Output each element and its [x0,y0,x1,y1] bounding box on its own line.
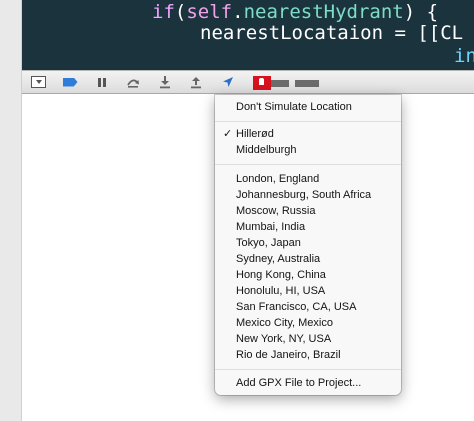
menu-item-tokyo[interactable]: Tokyo, Japan [215,235,401,251]
property-nearest-hydrant: nearestHydrant [243,1,404,23]
menu-item-honolulu[interactable]: Honolulu, HI, USA [215,283,401,299]
menu-item-rio-de-janeiro[interactable]: Rio de Janeiro, Brazil [215,347,401,363]
menu-item-label: New York, NY, USA [236,333,332,345]
app-target-icon[interactable] [253,76,271,90]
hide-console-button[interactable] [30,75,46,89]
pause-button[interactable] [94,75,110,89]
menu-item-label: Hillerød [236,128,274,140]
thread-indicator [295,80,319,87]
menu-item-dont-simulate[interactable]: Don't Simulate Location [215,99,401,115]
step-out-button[interactable] [188,75,204,89]
menu-item-add-gpx[interactable]: Add GPX File to Project... [215,375,401,391]
menu-item-johannesburg[interactable]: Johannesburg, South Africa [215,187,401,203]
menu-item-label: Tokyo, Japan [236,237,301,249]
step-over-button[interactable] [125,75,141,89]
menu-item-label: Honolulu, HI, USA [236,285,326,297]
menu-item-san-francisco[interactable]: San Francisco, CA, USA [215,299,401,315]
menu-item-label: Mexico City, Mexico [236,317,333,329]
menu-item-label: London, England [236,173,320,185]
paren-close-brace: ) { [403,1,439,23]
menu-item-label: Johannesburg, South Africa [236,189,372,201]
code-line-2: nearestLocataion = [[CL [200,22,463,44]
step-out-icon [191,76,201,88]
keyword-self: self [186,1,233,23]
menu-item-label: Rio de Janeiro, Brazil [236,349,341,361]
breakpoints-toggle-icon [62,77,78,87]
menu-separator [215,369,401,370]
paren-open: ( [174,1,187,23]
editor-gutter [0,0,22,421]
menu-item-hong-kong[interactable]: Hong Kong, China [215,267,401,283]
dot-operator: . [232,1,244,23]
menu-item-label: Don't Simulate Location [236,101,352,113]
code-line-1: if(self.nearestHydrant) { [152,1,438,23]
menu-item-hillerod[interactable]: ✓ Hillerød [215,126,401,142]
hide-console-icon [30,76,46,88]
menu-separator [215,121,401,122]
simulate-location-button[interactable] [220,75,236,89]
menu-item-new-york[interactable]: New York, NY, USA [215,331,401,347]
menu-separator [215,164,401,165]
menu-item-label: Add GPX File to Project... [236,377,362,389]
menu-item-mexico-city[interactable]: Mexico City, Mexico [215,315,401,331]
code-editor[interactable]: if(self.nearestHydrant) { nearestLocatai… [22,0,474,70]
debug-bar [22,70,474,94]
menu-item-middelburgh[interactable]: Middelburgh [215,142,401,158]
process-indicator [271,80,289,87]
step-in-button[interactable] [157,75,173,89]
menu-item-label: San Francisco, CA, USA [236,301,357,313]
menu-item-label: Middelburgh [236,144,297,156]
code-line-3: in [454,45,474,67]
simulate-location-menu: Don't Simulate Location ✓ Hillerød Midde… [215,95,401,395]
step-in-icon [160,75,170,88]
step-over-icon [127,79,139,88]
keyword-if: if [152,1,175,23]
menu-item-label: Mumbai, India [236,221,306,233]
menu-item-mumbai[interactable]: Mumbai, India [215,219,401,235]
menu-item-label: Hong Kong, China [236,269,326,281]
menu-item-label: Moscow, Russia [236,205,316,217]
pin-glyph [259,78,264,85]
checkmark-icon: ✓ [223,127,233,140]
assignment-rest: = [[CL [383,22,464,44]
simulate-location-icon [223,77,233,87]
menu-item-sydney[interactable]: Sydney, Australia [215,251,401,267]
pause-icon [98,77,106,87]
menu-item-london[interactable]: London, England [215,171,401,187]
menu-item-moscow[interactable]: Moscow, Russia [215,203,401,219]
menu-item-label: Sydney, Australia [236,253,321,265]
breakpoints-toggle-button[interactable] [62,75,78,89]
variable-nearest-location: nearestLocataion [200,22,384,44]
